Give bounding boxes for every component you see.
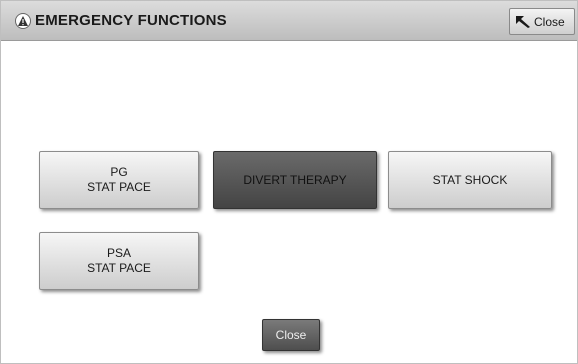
divert-therapy-label: DIVERT THERAPY xyxy=(243,172,347,187)
divert-therapy-button[interactable]: DIVERT THERAPY xyxy=(213,151,377,209)
close-button[interactable]: Close xyxy=(262,319,320,351)
pg-stat-pace-line1: PG xyxy=(110,165,128,179)
psa-stat-pace-line1: PSA xyxy=(106,246,131,260)
stat-shock-button[interactable]: STAT SHOCK xyxy=(388,151,552,209)
emergency-functions-dialog: EMERGENCY FUNCTIONS Close PG STAT PACE D… xyxy=(0,0,578,364)
emergency-alert-icon xyxy=(15,13,31,29)
stat-shock-label: STAT SHOCK xyxy=(432,172,508,187)
pg-stat-pace-button[interactable]: PG STAT PACE xyxy=(39,151,199,209)
psa-stat-pace-line2: STAT PACE xyxy=(87,261,151,275)
dialog-titlebar: EMERGENCY FUNCTIONS Close xyxy=(1,1,577,41)
pg-stat-pace-line2: STAT PACE xyxy=(87,180,151,194)
dialog-title: EMERGENCY FUNCTIONS xyxy=(35,12,227,29)
close-button-label: Close xyxy=(275,328,307,342)
psa-stat-pace-button[interactable]: PSA STAT PACE xyxy=(39,232,199,290)
close-top-button[interactable]: Close xyxy=(509,8,575,35)
arrow-back-icon xyxy=(516,16,530,28)
close-top-label: Close xyxy=(534,15,565,29)
